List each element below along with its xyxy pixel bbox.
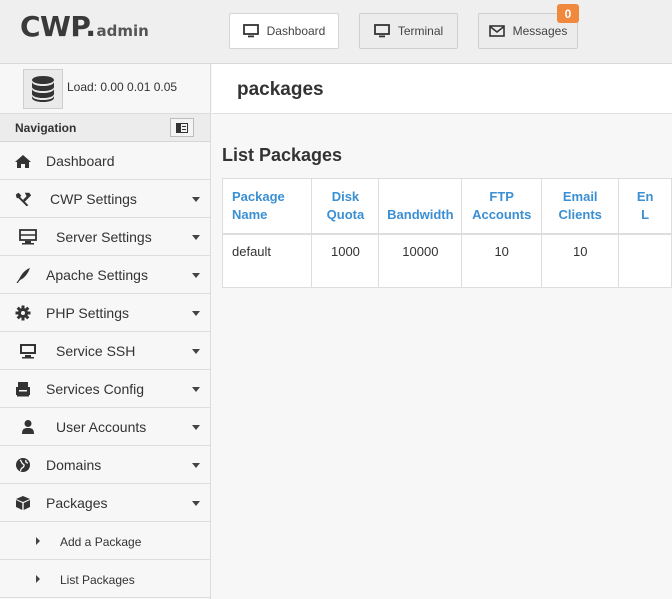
cell-disk-quota: 1000: [311, 233, 380, 288]
terminal-button-label: Terminal: [397, 24, 444, 38]
tools-icon: [14, 191, 32, 207]
column-header-bandwidth[interactable]: Bandwidth: [378, 178, 463, 235]
messages-badge: 0: [557, 4, 579, 23]
sidebar-subitem-label: List Packages: [60, 573, 135, 587]
sidebar-item-cwp-settings[interactable]: CWP Settings: [0, 180, 210, 218]
packages-table: Package Name Disk Quota Bandwidth FTP Accou…: [221, 178, 672, 288]
messages-button-label: Messages: [512, 24, 568, 38]
sidebar-item-label: Apache Settings: [46, 267, 148, 283]
sidebar-item-service-ssh[interactable]: Service SSH: [0, 332, 210, 370]
sidebar-item-services-config[interactable]: Services Config: [0, 370, 210, 408]
dashboard-button-label: Dashboard: [266, 24, 326, 38]
sidebar-navigation: Navigation Dashboard CWP Settings Server…: [0, 114, 211, 599]
terminal-button[interactable]: Terminal: [359, 13, 458, 49]
sidebar-item-dashboard[interactable]: Dashboard: [0, 142, 210, 180]
sidebar-toggle-button[interactable]: [170, 118, 194, 137]
sidebar-toggle-icon: [176, 122, 188, 133]
cell-package-name: default: [221, 233, 313, 288]
column-header-package-name[interactable]: Package Name: [221, 178, 313, 235]
sidebar-item-server-settings[interactable]: Server Settings: [0, 218, 210, 256]
logo-dot: .: [85, 10, 96, 43]
page-header: packages: [212, 64, 672, 114]
section-title: List Packages: [222, 145, 343, 165]
chevron-right-icon: [36, 575, 40, 583]
gear-icon: [14, 305, 32, 321]
column-header-disk-quota[interactable]: Disk Quota: [311, 178, 380, 235]
dashboard-button[interactable]: Dashboard: [229, 13, 339, 49]
messages-button[interactable]: Messages 0: [478, 4, 579, 49]
chevron-down-icon: [192, 311, 200, 316]
envelope-icon: [488, 25, 505, 37]
chevron-down-icon: [192, 387, 200, 392]
chevron-down-icon: [192, 425, 200, 430]
sidebar-subitem-list-packages[interactable]: List Packages: [0, 560, 210, 598]
sidebar-item-label: PHP Settings: [46, 305, 130, 321]
user-icon: [19, 419, 37, 435]
sidebar-item-packages[interactable]: Packages: [0, 484, 210, 522]
cell-bandwidth: 10000: [378, 233, 463, 288]
page-title: packages: [237, 79, 324, 100]
sidebar-subitem-add-package[interactable]: Add a Package: [0, 522, 210, 560]
cell-truncated: [618, 233, 672, 288]
database-icon: [32, 76, 54, 102]
column-header-ftp-accounts[interactable]: FTP Accounts: [461, 178, 543, 235]
logo-main: CWP: [20, 10, 86, 43]
server-load-bar: Load: 0.00 0.01 0.05: [0, 64, 211, 114]
logo-sub: admin: [96, 22, 149, 40]
load-average-text: Load: 0.00 0.01 0.05: [67, 80, 178, 94]
config-icon: [14, 381, 32, 397]
navigation-title: Navigation: [15, 121, 77, 135]
column-header-email-clients[interactable]: Email Clients: [541, 178, 620, 235]
sidebar-item-domains[interactable]: Domains: [0, 446, 210, 484]
sidebar-item-label: Dashboard: [46, 153, 115, 169]
monitor-icon: [373, 24, 390, 38]
sidebar-item-php-settings[interactable]: PHP Settings: [0, 294, 210, 332]
cell-email-clients: 10: [541, 233, 620, 288]
navigation-header: Navigation: [0, 114, 210, 142]
box-icon: [14, 495, 32, 511]
feather-icon: [14, 267, 32, 283]
sidebar-item-label: Service SSH: [56, 343, 136, 359]
chevron-down-icon: [192, 197, 200, 202]
chevron-down-icon: [192, 235, 200, 240]
monitor-icon: [242, 24, 259, 38]
cwp-logo[interactable]: CWP.admin: [20, 10, 149, 43]
column-header-truncated[interactable]: En L: [618, 178, 672, 235]
main-content: List Packages Package Name Disk Quota Band…: [212, 115, 672, 599]
top-header: CWP.admin Dashboard Terminal Messages 0: [0, 0, 672, 64]
chevron-down-icon: [192, 501, 200, 506]
server-icon: [19, 229, 37, 245]
chevron-down-icon: [192, 273, 200, 278]
chevron-down-icon: [192, 463, 200, 468]
chevron-down-icon: [192, 349, 200, 354]
sidebar-item-label: User Accounts: [56, 419, 147, 435]
sidebar-item-user-accounts[interactable]: User Accounts: [0, 408, 210, 446]
chevron-right-icon: [36, 537, 40, 545]
home-icon: [14, 153, 32, 169]
sidebar-item-label: Packages: [46, 495, 108, 511]
table-row[interactable]: default 1000 10000 10 10: [221, 233, 672, 288]
globe-icon: [14, 457, 32, 473]
sidebar-item-label: CWP Settings: [50, 191, 137, 207]
sidebar-item-label: Services Config: [46, 381, 145, 397]
sidebar-item-label: Server Settings: [56, 229, 152, 245]
sidebar-item-label: Domains: [46, 457, 102, 473]
sidebar-item-apache-settings[interactable]: Apache Settings: [0, 256, 210, 294]
table-header-row: Package Name Disk Quota Bandwidth FTP Accou…: [221, 178, 672, 235]
monitor-icon: [19, 343, 37, 359]
sidebar-subitem-label: Add a Package: [60, 535, 142, 549]
database-button[interactable]: [23, 69, 63, 109]
cell-ftp-accounts: 10: [461, 233, 543, 288]
